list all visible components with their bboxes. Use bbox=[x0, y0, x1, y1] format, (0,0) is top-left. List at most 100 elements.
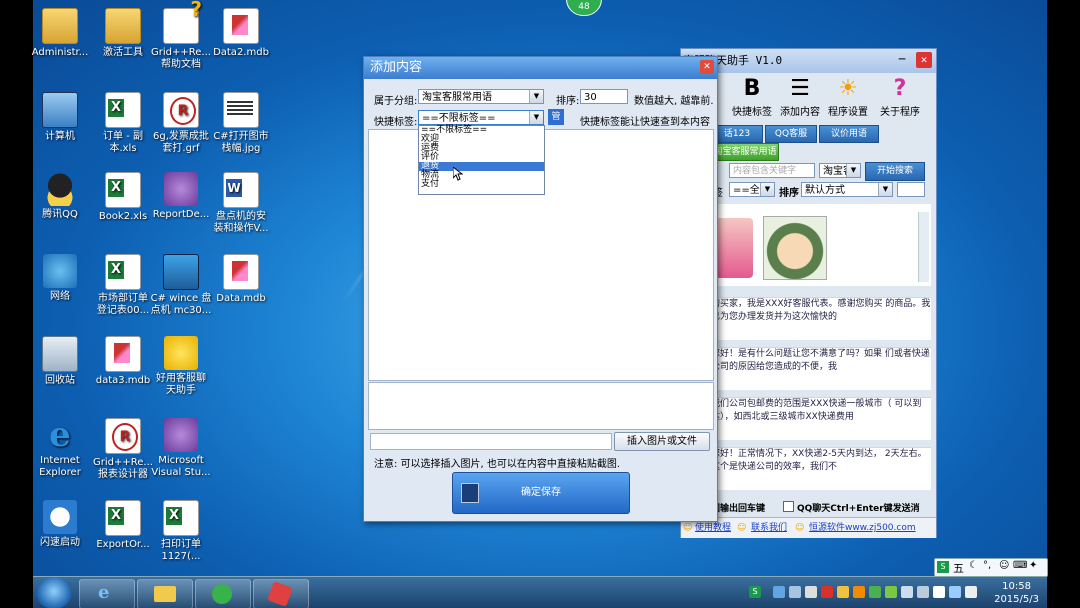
start-search-button[interactable]: 开始搜索 bbox=[865, 162, 925, 181]
desktop-icon-gridpp-designer[interactable]: Grid++Re... 报表设计器 bbox=[92, 418, 154, 481]
desktop-icon-data2-mdb[interactable]: Data2.mdb bbox=[210, 8, 272, 59]
desktop-icon-wince-mc30[interactable]: C# wince 盘 点机 mc30... bbox=[150, 254, 212, 317]
grid-report-icon bbox=[163, 92, 199, 128]
tool-quick-tags[interactable]: B 快捷标签 bbox=[729, 75, 775, 121]
tab-phrases-123[interactable]: 话123 bbox=[711, 125, 763, 143]
tray-green-icon[interactable] bbox=[869, 586, 881, 598]
desktop-icon-visual-studio[interactable]: Microsoft Visual Stu... bbox=[150, 418, 212, 479]
ime-shirt-icon[interactable]: ✦ bbox=[1029, 560, 1037, 571]
notification-badge[interactable]: 48 bbox=[566, 0, 602, 16]
tray-monitor-icon[interactable] bbox=[917, 586, 929, 598]
file-path-input[interactable] bbox=[370, 433, 612, 450]
tray-network-icon[interactable] bbox=[789, 586, 801, 598]
enter-option-label[interactable]: 回输出回车键 bbox=[711, 501, 765, 514]
confirm-save-button[interactable]: 确定保存 bbox=[452, 472, 630, 514]
folder-icon bbox=[154, 586, 176, 602]
soldier-avatar-image[interactable] bbox=[763, 216, 827, 280]
search-input[interactable]: 内容包含关键字 bbox=[729, 163, 815, 178]
tool-settings[interactable]: ☀ 程序设置 bbox=[825, 75, 871, 121]
group-select[interactable]: 淘宝客服常用语 ▼ bbox=[418, 89, 544, 104]
desktop-icon-gridpp-help[interactable]: Grid++Re... 帮助文档 bbox=[150, 3, 212, 71]
excel-file-icon bbox=[105, 254, 141, 290]
close-icon[interactable]: ✕ bbox=[700, 60, 714, 74]
taskbar-chat-helper[interactable] bbox=[253, 579, 309, 608]
extra-input[interactable] bbox=[897, 182, 925, 197]
attachment-area[interactable] bbox=[368, 382, 714, 430]
desktop-icon-data3-mdb[interactable]: data3.mdb bbox=[92, 336, 154, 387]
tab-bargaining[interactable]: 议价用语 bbox=[819, 125, 879, 143]
desktop-icon-exportor[interactable]: ExportOr... bbox=[92, 500, 154, 551]
tray-flag-white-icon[interactable] bbox=[933, 586, 945, 598]
order-hint: 数值越大, 越靠前. bbox=[634, 96, 714, 107]
phrase-item-4[interactable]: 您好！正常情况下，XX快递2-5天内到达， 2天左右。这个是快递公司的效率，我们… bbox=[711, 447, 931, 490]
close-icon[interactable]: ✕ bbox=[916, 52, 932, 68]
desktop-icon-chat-helper[interactable]: 好用客服聊 天助手 bbox=[150, 336, 212, 397]
manage-tags-button[interactable]: 管 bbox=[548, 109, 564, 125]
website-link[interactable]: 恒源软件www.zj500.com bbox=[809, 518, 916, 538]
desktop-icon-reportde[interactable]: ReportDe... bbox=[150, 172, 212, 221]
desktop-icon-order-copy-xls[interactable]: 订单 - 副本.xls bbox=[92, 92, 154, 155]
desktop-icon-administrator[interactable]: Administr... bbox=[29, 8, 91, 59]
ctrl-enter-label[interactable]: QQ聊天Ctrl+Enter键发送消 bbox=[797, 501, 920, 514]
ime-mode[interactable]: 五 bbox=[953, 560, 964, 576]
tray-volume-icon[interactable] bbox=[965, 586, 977, 598]
tray-display-icon[interactable] bbox=[901, 586, 913, 598]
order-input[interactable]: 30 bbox=[580, 89, 628, 104]
excel-file-icon bbox=[163, 500, 199, 536]
tray-antivirus-icon[interactable] bbox=[821, 586, 833, 598]
desktop-icon-market-orders[interactable]: 市场部订单 登记表00... bbox=[92, 254, 154, 317]
desktop-icon-activation-tool[interactable]: 激活工具 bbox=[92, 8, 154, 59]
ime-keyboard-icon[interactable]: ⌨ bbox=[1013, 560, 1027, 571]
taskbar-browser[interactable] bbox=[195, 579, 251, 608]
sort-select[interactable]: 默认方式 ▼ bbox=[801, 182, 893, 197]
minimize-button[interactable]: – bbox=[894, 51, 910, 67]
tab-taobao-phrases[interactable]: 淘宝客服常用语 bbox=[711, 143, 779, 161]
ime-s-icon[interactable]: S bbox=[937, 561, 949, 573]
start-button[interactable] bbox=[36, 577, 72, 608]
ctrl-enter-checkbox[interactable] bbox=[783, 501, 794, 512]
ie-browser-icon: e bbox=[98, 582, 110, 603]
chat-helper-window: 客服聊天助手 V1.0 – ✕ 理 B快捷标签 ☰添加内容 ☀程序设置 ?关于程… bbox=[680, 48, 937, 538]
system-clock[interactable]: 10:58 2015/5/3 bbox=[994, 580, 1039, 606]
ime-dot-icon[interactable]: °, bbox=[983, 560, 991, 571]
tag-select[interactable]: ==不限标签== ▼ bbox=[418, 110, 544, 125]
desktop-icon-csharp-jpg[interactable]: C#打开图市 栈幅.jpg bbox=[210, 92, 272, 155]
tab-qq-service[interactable]: QQ客服 bbox=[765, 125, 817, 143]
desktop-icon-invoice-grf[interactable]: 6g,发票成批 套打.grf bbox=[150, 92, 212, 155]
tag-option-payment[interactable]: 支付 bbox=[419, 180, 544, 189]
taskbar-explorer[interactable] bbox=[137, 579, 193, 608]
tray-flag-icon[interactable] bbox=[853, 586, 865, 598]
phrase-item-3[interactable]: 我们公司包邮费的范围是XXX快递一般城市（ 可以到达），如西北或三级城市XX快递… bbox=[711, 397, 931, 440]
taskbar-ie[interactable]: e bbox=[79, 579, 135, 608]
insert-image-button[interactable]: 插入图片或文件 bbox=[614, 432, 710, 451]
avatar-scrollbar[interactable] bbox=[918, 212, 929, 282]
desktop-icon-internet-explorer[interactable]: e Internet Explorer bbox=[29, 418, 91, 479]
tray-s-icon[interactable]: S bbox=[749, 586, 761, 598]
ime-smile-icon[interactable]: ☺ bbox=[999, 560, 1009, 571]
floppy-disk-icon bbox=[461, 483, 479, 503]
desktop-icon-recycle-bin[interactable]: 回收站 bbox=[29, 336, 91, 387]
search-scope-select[interactable]: 淘宝客 ▼ bbox=[819, 163, 861, 178]
tray-shield-icon[interactable] bbox=[837, 586, 849, 598]
desktop-icon-tencent-qq[interactable]: 腾讯QQ bbox=[29, 172, 91, 221]
desktop-icon-data-mdb[interactable]: Data.mdb bbox=[210, 254, 272, 305]
desktop-icon-book2-xls[interactable]: Book2.xls bbox=[92, 172, 154, 223]
desktop-icon-fast-start[interactable]: 闪速启动 bbox=[29, 500, 91, 549]
tray-clock-icon[interactable] bbox=[805, 586, 817, 598]
tray-signal-icon[interactable] bbox=[949, 586, 961, 598]
phrase-item-2[interactable]: 您好！是有什么问题让您不满意了吗？如果 们或者快递公司的原因给您造成的不便，我 bbox=[711, 347, 931, 390]
desktop-icon-install-doc[interactable]: 盘点机的安 装和操作V... bbox=[210, 172, 272, 235]
desktop-icon-network[interactable]: 网络 bbox=[29, 254, 91, 303]
ime-moon-icon[interactable]: ☾ bbox=[969, 560, 978, 571]
tool-about[interactable]: ? 关于程序 bbox=[877, 75, 923, 121]
desktop-icon-computer[interactable]: 计算机 bbox=[29, 92, 91, 143]
phrase-item-1[interactable]: 的买家，我是XXX好客服代表。感谢您购买 的商品。我已为您办理发货并为这次愉快的 bbox=[711, 297, 931, 340]
contact-link[interactable]: 联系我们 bbox=[751, 518, 787, 538]
tag-hint: 快捷标签能让快速查到本内容 bbox=[580, 117, 710, 128]
desktop-icon-print-orders[interactable]: 扫印订单 1127(... bbox=[150, 500, 212, 563]
tool-add-content[interactable]: ☰ 添加内容 bbox=[777, 75, 823, 121]
tray-nvidia-icon[interactable] bbox=[885, 586, 897, 598]
girl-avatar-image[interactable] bbox=[713, 218, 753, 278]
tray-update-icon[interactable] bbox=[773, 586, 785, 598]
tag-filter-select[interactable]: ==全部 ▼ bbox=[729, 182, 775, 197]
